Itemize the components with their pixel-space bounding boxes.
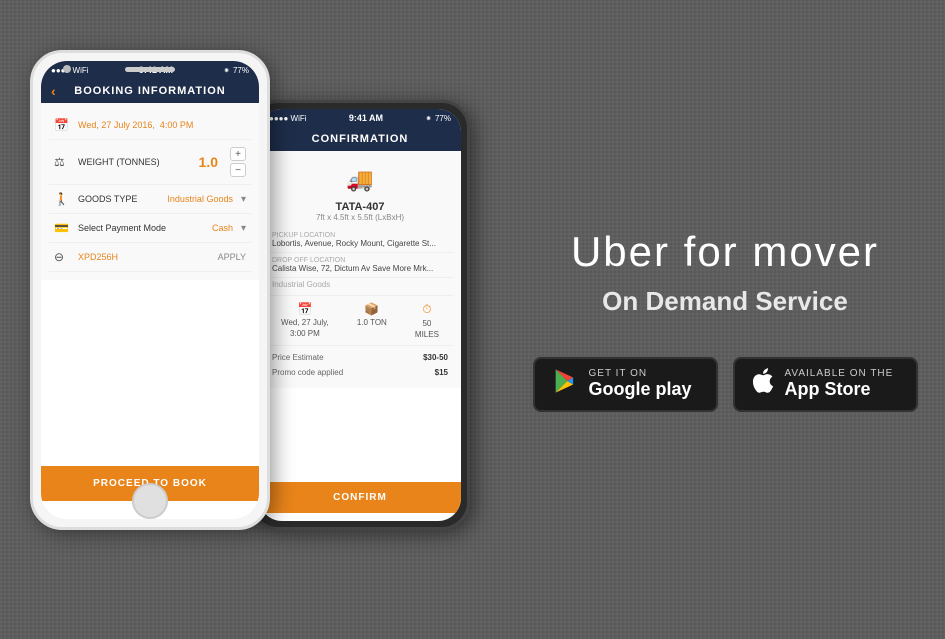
payment-label: Select Payment Mode bbox=[78, 223, 204, 233]
phone-screen-white: ●●●● WiFi 9:41 AM ⁕ 77% ‹ BOOKING INFORM… bbox=[41, 61, 259, 519]
weight-label: WEIGHT (TONNES) bbox=[78, 157, 191, 167]
stat-calendar-icon: 📅 bbox=[297, 302, 312, 316]
pickup-row: Pickup location Lobortis, Avenue, Rocky … bbox=[267, 228, 453, 253]
confirmation-content: 🚚 TATA-407 7ft x 4.5ft x 5.5ft (LxBxH) P… bbox=[259, 151, 461, 388]
app-store-text: Available on the App Store bbox=[785, 368, 894, 401]
dropoff-label: Drop off location bbox=[272, 257, 448, 264]
dropoff-row: Drop off location Calista Wise, 72, Dict… bbox=[267, 253, 453, 278]
stat-weight-icon: 📦 bbox=[364, 302, 379, 316]
stat-distance-icon: ⏱ bbox=[422, 302, 431, 317]
pickup-value: Lobortis, Avenue, Rocky Mount, Cigarette… bbox=[272, 239, 448, 248]
increment-btn[interactable]: + bbox=[230, 147, 246, 161]
phone-home-button[interactable] bbox=[132, 483, 168, 519]
phone-speaker bbox=[125, 67, 175, 72]
promo-row: ⊖ XPD256H APPLY bbox=[49, 243, 251, 272]
status-icons: ⁕ 77% bbox=[223, 66, 249, 75]
booking-content: 📅 Wed, 27 July 2016, 4:00 PM ⚖ WEIGHT (T… bbox=[41, 103, 259, 280]
decrement-btn[interactable]: − bbox=[230, 163, 246, 177]
confirm-button[interactable]: CONFIRM bbox=[259, 482, 461, 513]
phones-area: ●●●● WiFi 9:41 AM ⁕ 77% ‹ BOOKING INFORM… bbox=[0, 0, 520, 639]
app-store-line2: App Store bbox=[785, 379, 894, 401]
weight-value: 1.0 bbox=[199, 154, 218, 170]
stat-date: 📅 Wed, 27 July, 3:00 PM bbox=[281, 302, 329, 339]
payment-row: 💳 Select Payment Mode Cash ▾ bbox=[49, 214, 251, 243]
apply-label[interactable]: APPLY bbox=[218, 252, 246, 262]
right-panel: Uber for mover On Demand Service GET IT … bbox=[505, 0, 945, 639]
truck-icon-area: 🚚 bbox=[267, 159, 453, 201]
date-value: Wed, 27 July 2016, 4:00 PM bbox=[78, 120, 246, 130]
app-header-white: ‹ BOOKING INFORMATION bbox=[41, 79, 259, 103]
phone-camera bbox=[63, 65, 71, 73]
google-play-button[interactable]: GET IT ON Google play bbox=[533, 357, 718, 412]
promo-applied-row: Promo code applied $15 bbox=[267, 365, 453, 380]
goods-dropdown-icon[interactable]: ▾ bbox=[241, 194, 246, 205]
promo-applied-value: $15 bbox=[435, 368, 448, 377]
price-estimate-row: Price Estimate $30-50 bbox=[267, 350, 453, 365]
main-title: Uber for mover bbox=[571, 228, 879, 276]
weight-row: ⚖ WEIGHT (TONNES) 1.0 + − bbox=[49, 140, 251, 185]
goods-type-row: 🚶 GOODS TYPE Industrial Goods ▾ bbox=[49, 185, 251, 214]
promo-applied-label: Promo code applied bbox=[272, 368, 343, 377]
store-buttons: GET IT ON Google play Available on the A… bbox=[533, 357, 918, 412]
calendar-icon: 📅 bbox=[54, 118, 70, 132]
app-store-line1: Available on the bbox=[785, 368, 894, 379]
date-row: 📅 Wed, 27 July 2016, 4:00 PM bbox=[49, 111, 251, 140]
google-play-icon bbox=[551, 367, 579, 402]
confirm-stats: 📅 Wed, 27 July, 3:00 PM 📦 1.0 TON ⏱ 50 M… bbox=[267, 295, 453, 346]
goods-icon: 🚶 bbox=[54, 192, 70, 206]
goods-value: Industrial Goods bbox=[167, 194, 233, 204]
app-store-button[interactable]: Available on the App Store bbox=[733, 357, 918, 412]
phone-dark: ●●●● WiFi 9:41 AM ⁕ 77% CONFIRMATION 🚚 T… bbox=[250, 100, 470, 530]
sub-title: On Demand Service bbox=[602, 286, 848, 317]
apple-icon bbox=[751, 367, 775, 402]
goods-badge: Industrial Goods bbox=[267, 278, 453, 291]
payment-value: Cash bbox=[212, 223, 233, 233]
truck-dims: 7ft x 4.5ft x 5.5ft (LxBxH) bbox=[267, 213, 453, 222]
payment-icon: 💳 bbox=[54, 221, 70, 235]
google-play-line2: Google play bbox=[589, 379, 692, 401]
counter-controls[interactable]: + − bbox=[230, 147, 246, 177]
status-time-dark: 9:41 AM bbox=[349, 113, 383, 123]
price-estimate-value: $30-50 bbox=[423, 353, 448, 362]
truck-model: TATA-407 bbox=[267, 201, 453, 213]
weight-icon: ⚖ bbox=[54, 155, 70, 169]
dropoff-value: Calista Wise, 72, Dictum Av Save More Mr… bbox=[272, 264, 448, 273]
pickup-label: Pickup location bbox=[272, 232, 448, 239]
phone-white: ●●●● WiFi 9:41 AM ⁕ 77% ‹ BOOKING INFORM… bbox=[30, 50, 270, 530]
promo-code: XPD256H bbox=[78, 252, 118, 262]
status-bar-dark: ●●●● WiFi 9:41 AM ⁕ 77% bbox=[259, 109, 461, 127]
stat-distance: ⏱ 50 MILES bbox=[415, 302, 439, 339]
app-header-dark: CONFIRMATION bbox=[259, 127, 461, 151]
back-icon[interactable]: ‹ bbox=[51, 83, 57, 99]
payment-dropdown-icon[interactable]: ▾ bbox=[241, 223, 246, 234]
status-icons-dark: ⁕ 77% bbox=[425, 114, 451, 123]
promo-icon: ⊖ bbox=[54, 250, 70, 264]
google-play-text: GET IT ON Google play bbox=[589, 368, 692, 401]
google-play-line1: GET IT ON bbox=[589, 368, 692, 379]
phone-screen-dark: ●●●● WiFi 9:41 AM ⁕ 77% CONFIRMATION 🚚 T… bbox=[259, 109, 461, 521]
stat-weight: 📦 1.0 TON bbox=[357, 302, 387, 339]
price-estimate-label: Price Estimate bbox=[272, 353, 324, 362]
goods-label: GOODS TYPE bbox=[78, 194, 159, 204]
signal-dots-dark: ●●●● WiFi bbox=[269, 114, 307, 123]
